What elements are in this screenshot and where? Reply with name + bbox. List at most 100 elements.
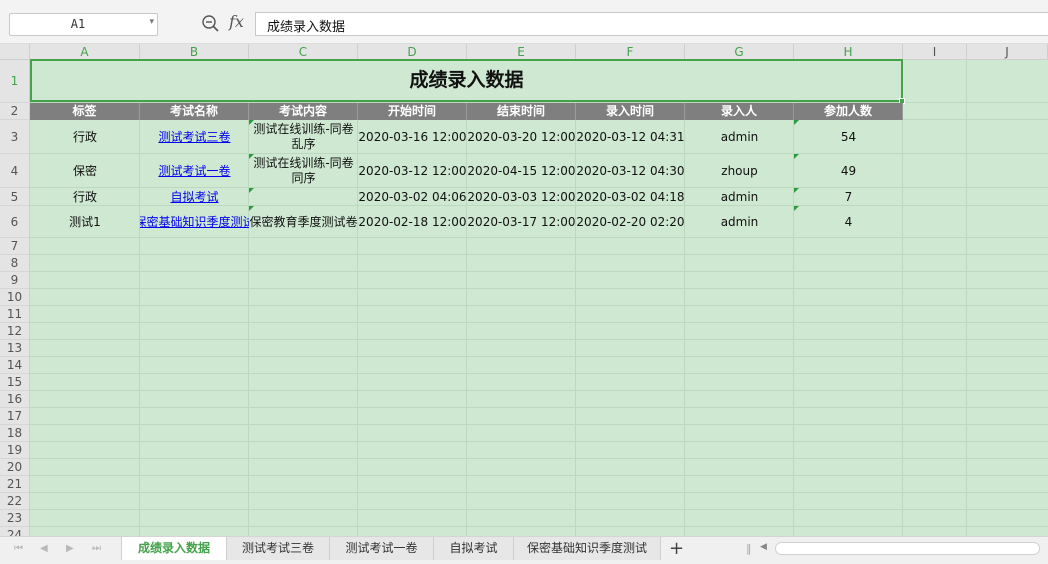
next-sheet-icon[interactable]: ▶: [66, 543, 74, 554]
row-header-18[interactable]: 18: [0, 425, 30, 442]
sheet-tab-4[interactable]: 自拟考试: [434, 537, 514, 560]
cell-g5[interactable]: admin: [685, 188, 794, 206]
row-header-7[interactable]: 7: [0, 238, 30, 255]
column-header-f[interactable]: F: [576, 44, 685, 60]
cell-e4[interactable]: 2020-04-15 12:00: [467, 154, 576, 188]
cell-c5[interactable]: [249, 188, 358, 206]
row-header-11[interactable]: 11: [0, 306, 30, 323]
header-cell-h[interactable]: 参加人数: [794, 103, 903, 120]
gridline-horizontal: [30, 390, 1048, 391]
header-cell-c[interactable]: 考试内容: [249, 103, 358, 120]
cell-f6[interactable]: 2020-02-20 02:20: [576, 206, 685, 238]
row-header-8[interactable]: 8: [0, 255, 30, 272]
cell-c4[interactable]: 测试在线训练-同卷同序: [249, 154, 358, 188]
row-header-2[interactable]: 2: [0, 103, 30, 120]
header-cell-b[interactable]: 考试名称: [140, 103, 249, 120]
spreadsheet-grid[interactable]: ABCDEFGHIJ 1 2 3 4 5 6 7 8 9 10 11 12 13 14 15 16 17 18 19…: [0, 44, 1048, 536]
first-sheet-icon[interactable]: ⏮: [14, 543, 23, 554]
cell-f3[interactable]: 2020-03-12 04:31: [576, 120, 685, 154]
row-header-16[interactable]: 16: [0, 391, 30, 408]
row-header-17[interactable]: 17: [0, 408, 30, 425]
sheet-tab-2[interactable]: 测试考试三卷: [227, 537, 330, 560]
row-header-4[interactable]: 4: [0, 154, 30, 188]
title-cell[interactable]: 成绩录入数据: [30, 59, 903, 102]
prev-sheet-icon[interactable]: ◀: [40, 543, 48, 554]
cell-c3[interactable]: 测试在线训练-同卷乱序: [249, 120, 358, 154]
cell-d3[interactable]: 2020-03-16 12:00: [358, 120, 467, 154]
select-all-corner[interactable]: [0, 44, 30, 60]
cell-f4[interactable]: 2020-03-12 04:30: [576, 154, 685, 188]
column-header-i[interactable]: I: [903, 44, 967, 60]
row-header-21[interactable]: 21: [0, 476, 30, 493]
row-header-15[interactable]: 15: [0, 374, 30, 391]
row-header-13[interactable]: 13: [0, 340, 30, 357]
name-box[interactable]: A1 ▾: [9, 13, 158, 36]
chevron-down-icon[interactable]: ▾: [149, 17, 154, 27]
column-header-c[interactable]: C: [249, 44, 358, 60]
cell-b3[interactable]: 测试考试三卷: [140, 120, 249, 154]
cell-e3[interactable]: 2020-03-20 12:00: [467, 120, 576, 154]
tab-split-handle[interactable]: ‖: [746, 542, 752, 555]
cell-d4[interactable]: 2020-03-12 12:00: [358, 154, 467, 188]
add-sheet-icon[interactable]: +: [669, 538, 684, 559]
cell-c6[interactable]: 保密教育季度测试卷: [249, 206, 358, 238]
comment-indicator-icon: [249, 120, 254, 125]
scroll-left-icon[interactable]: ◀: [760, 542, 767, 552]
column-header-d[interactable]: D: [358, 44, 467, 60]
header-cell-a[interactable]: 标签: [30, 103, 140, 120]
row-header-10[interactable]: 10: [0, 289, 30, 306]
column-header-g[interactable]: G: [685, 44, 794, 60]
column-header-h[interactable]: H: [794, 44, 903, 60]
cell-a3[interactable]: 行政: [30, 120, 140, 154]
column-header-a[interactable]: A: [30, 44, 140, 60]
row-header-23[interactable]: 23: [0, 510, 30, 527]
cell-g6[interactable]: admin: [685, 206, 794, 238]
zoom-search-icon[interactable]: [201, 14, 221, 34]
gridline-horizontal: [30, 441, 1048, 442]
cell-h3[interactable]: 54: [794, 120, 903, 154]
horizontal-scrollbar[interactable]: [775, 542, 1040, 555]
fx-icon[interactable]: fx: [229, 12, 244, 31]
cell-h6[interactable]: 4: [794, 206, 903, 238]
column-header-b[interactable]: B: [140, 44, 249, 60]
cell-d5[interactable]: 2020-03-02 04:06: [358, 188, 467, 206]
row-header-22[interactable]: 22: [0, 493, 30, 510]
sheet-tab-5[interactable]: 保密基础知识季度测试: [514, 537, 661, 560]
header-cell-e[interactable]: 结束时间: [467, 103, 576, 120]
row-header-14[interactable]: 14: [0, 357, 30, 374]
sheet-tab-3[interactable]: 测试考试一卷: [330, 537, 434, 560]
gridline-horizontal: [30, 254, 1048, 255]
row-header-19[interactable]: 19: [0, 442, 30, 459]
cell-b6[interactable]: 保密基础知识季度测试: [140, 206, 249, 238]
cell-g3[interactable]: admin: [685, 120, 794, 154]
row-header-20[interactable]: 20: [0, 459, 30, 476]
cell-h5[interactable]: 7: [794, 188, 903, 206]
row-header-5[interactable]: 5: [0, 188, 30, 206]
last-sheet-icon[interactable]: ⏭: [92, 543, 101, 554]
formula-input[interactable]: 成绩录入数据: [255, 12, 1048, 36]
row-header-3[interactable]: 3: [0, 120, 30, 154]
cell-g4[interactable]: zhoup: [685, 154, 794, 188]
cell-a4[interactable]: 保密: [30, 154, 140, 188]
sheet-tab-1[interactable]: 成绩录入数据: [121, 537, 227, 560]
row-header-12[interactable]: 12: [0, 323, 30, 340]
cell-e5[interactable]: 2020-03-03 12:00: [467, 188, 576, 206]
gridline-horizontal: [30, 322, 1048, 323]
column-header-j[interactable]: J: [967, 44, 1048, 60]
row-header-9[interactable]: 9: [0, 272, 30, 289]
row-header-1[interactable]: 1: [0, 60, 30, 103]
cell-e6[interactable]: 2020-03-17 12:00: [467, 206, 576, 238]
header-cell-f[interactable]: 录入时间: [576, 103, 685, 120]
cell-h4[interactable]: 49: [794, 154, 903, 188]
header-cell-d[interactable]: 开始时间: [358, 103, 467, 120]
cell-a5[interactable]: 行政: [30, 188, 140, 206]
cell-b5[interactable]: 自拟考试: [140, 188, 249, 206]
cell-a6[interactable]: 测试1: [30, 206, 140, 238]
column-header-e[interactable]: E: [467, 44, 576, 60]
cell-b4[interactable]: 测试考试一卷: [140, 154, 249, 188]
cell-f5[interactable]: 2020-03-02 04:18: [576, 188, 685, 206]
row-header-6[interactable]: 6: [0, 206, 30, 238]
row-header-24[interactable]: 24: [0, 527, 30, 536]
cell-d6[interactable]: 2020-02-18 12:00: [358, 206, 467, 238]
header-cell-g[interactable]: 录入人: [685, 103, 794, 120]
